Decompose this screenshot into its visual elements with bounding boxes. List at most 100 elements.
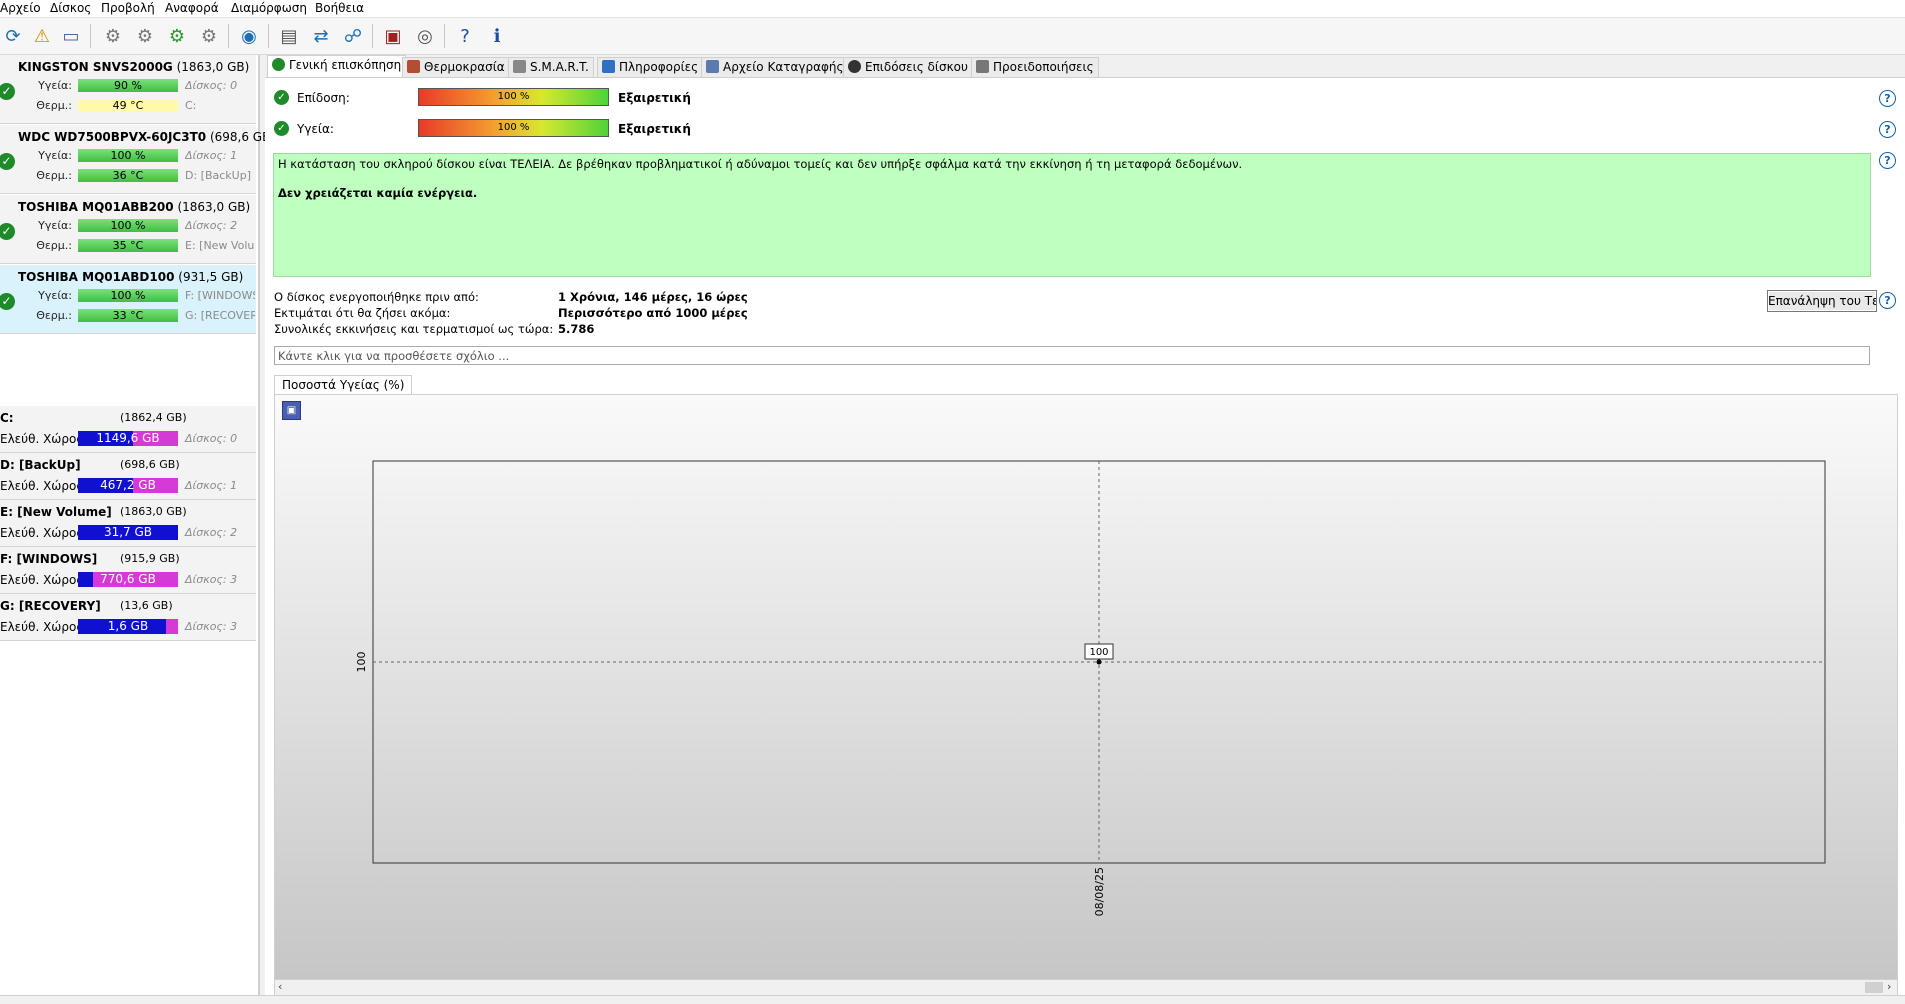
disk-volumes-2: G: [RECOVERY] bbox=[185, 309, 255, 322]
health-label: Υγεία: bbox=[297, 122, 334, 136]
tab-log[interactable]: Αρχείο Καταγραφής bbox=[701, 57, 849, 77]
drive-icon[interactable]: ▭ bbox=[58, 23, 84, 49]
x-tick-label: 08/08/25 bbox=[1093, 867, 1106, 916]
help-icon[interactable]: ? bbox=[452, 23, 478, 49]
health-bar: 100 % bbox=[418, 119, 609, 137]
free-space-bar: 770,6 GB bbox=[78, 572, 178, 587]
tab-bar: Γενική επισκόπηση Θερμοκρασία S.M.A.R.T.… bbox=[265, 55, 1905, 77]
disk-entry-selected[interactable]: TOSHIBA MQ01ABD100 (931,5 GB) ✓ Υγεία: 1… bbox=[0, 265, 256, 334]
disk-entry[interactable]: WDC WD7500BPVX-60JC3T0 (698,6 GB) ✓ Υγεί… bbox=[0, 125, 275, 194]
help-icon[interactable]: ? bbox=[1879, 152, 1896, 169]
volume-name: D: [BackUp] bbox=[0, 458, 81, 472]
disk-number: Δίσκος: 1 bbox=[185, 149, 238, 162]
help-icon[interactable]: ? bbox=[1879, 90, 1896, 107]
disk-volumes: F: [WINDOWS] bbox=[185, 289, 255, 302]
free-space-bar: 467,2 GB bbox=[78, 478, 178, 493]
test-icon[interactable]: ⚙ bbox=[100, 23, 126, 49]
menu-disk[interactable]: Δίσκος bbox=[50, 1, 91, 15]
alert-icon[interactable]: ⚠ bbox=[29, 23, 55, 49]
volume-size: (915,9 GB) bbox=[120, 552, 180, 565]
test-ext-icon[interactable]: ⚙ bbox=[164, 23, 190, 49]
volume-name: C: bbox=[0, 411, 14, 425]
network-icon[interactable]: ☍ bbox=[340, 23, 366, 49]
help-icon[interactable]: ? bbox=[1879, 121, 1896, 138]
menu-view[interactable]: Προβολή bbox=[101, 1, 155, 15]
toolbar-separator bbox=[90, 24, 91, 48]
document-icon[interactable]: ▤ bbox=[276, 23, 302, 49]
disk-entry[interactable]: TOSHIBA MQ01ABB200 (1863,0 GB) ✓ Υγεία: … bbox=[0, 195, 256, 264]
tab-alerts[interactable]: Προειδοποιήσεις bbox=[971, 57, 1099, 77]
volume-entry[interactable]: C: (1862,4 GB) Ελεύθ. Χώρος 1149,6 GB Δί… bbox=[0, 406, 256, 453]
info-icon[interactable]: ℹ bbox=[484, 23, 510, 49]
menu-help[interactable]: Βοήθεια bbox=[315, 1, 364, 15]
data-label: 100 bbox=[1089, 647, 1108, 658]
menu-settings[interactable]: Διαμόρφωση bbox=[231, 1, 307, 15]
health-label: Υγεία: bbox=[38, 289, 72, 302]
temp-label: Θερμ.: bbox=[36, 239, 72, 252]
data-point bbox=[1096, 659, 1102, 665]
menu-file[interactable]: Αρχείο bbox=[0, 1, 41, 15]
health-result: Εξαιρετική bbox=[618, 122, 691, 136]
ok-check-icon: ✓ bbox=[274, 121, 289, 136]
disk-volumes: C: bbox=[185, 99, 197, 112]
volume-entry[interactable]: D: [BackUp] (698,6 GB) Ελεύθ. Χώρος 467,… bbox=[0, 453, 256, 500]
chart-tab-health[interactable]: Ποσοστά Υγείας (%) bbox=[274, 375, 413, 395]
toolbar: ⟳ ⚠ ▭ ⚙ ⚙ ⚙ ⚙ ◉ ▤ ⇄ ☍ ▣ ◎ ? ℹ bbox=[0, 18, 1905, 55]
volume-size: (698,6 GB) bbox=[120, 458, 180, 471]
y-tick-label: 100 bbox=[355, 652, 368, 673]
ok-check-icon: ✓ bbox=[274, 90, 289, 105]
menu-report[interactable]: Αναφορά bbox=[165, 1, 219, 15]
performance-label: Επίδοση: bbox=[297, 91, 350, 105]
globe-icon[interactable]: ◉ bbox=[236, 23, 262, 49]
volume-size: (1863,0 GB) bbox=[120, 505, 187, 518]
disk-name: TOSHIBA MQ01ABB200 (1863,0 GB) bbox=[18, 200, 251, 214]
scroll-thumb[interactable] bbox=[1865, 982, 1883, 993]
monitor-icon[interactable]: ▣ bbox=[380, 23, 406, 49]
tab-overview[interactable]: Γενική επισκόπηση bbox=[267, 55, 407, 77]
overview-content: ✓ Επίδοση: 100 % Εξαιρετική ? ✓ Υγεία: 1… bbox=[265, 77, 1905, 997]
status-text: Η κατάσταση του σκληρού δίσκου είναι ΤΕΛ… bbox=[278, 157, 1243, 171]
test-short-icon[interactable]: ⚙ bbox=[132, 23, 158, 49]
thermometer-icon bbox=[407, 60, 420, 73]
disk-entry[interactable]: KINGSTON SNVS2000G (1863,0 GB) ✓ Υγεία: … bbox=[0, 55, 256, 124]
free-space-label: Ελεύθ. Χώρος bbox=[0, 526, 84, 540]
chip-icon bbox=[513, 60, 526, 73]
toolbar-separator bbox=[228, 24, 229, 48]
disk-volumes: E: [New Volume] bbox=[185, 239, 255, 252]
scroll-left-icon[interactable]: ‹ bbox=[278, 980, 282, 993]
tab-smart[interactable]: S.M.A.R.T. bbox=[508, 57, 594, 77]
disk-name: WDC WD7500BPVX-60JC3T0 (698,6 GB) bbox=[18, 130, 276, 144]
volume-name: G: [RECOVERY] bbox=[0, 599, 101, 613]
temp-bar: 33 °C bbox=[78, 309, 178, 322]
disk-name: KINGSTON SNVS2000G (1863,0 GB) bbox=[18, 60, 250, 74]
volume-entry[interactable]: F: [WINDOWS] (915,9 GB) Ελεύθ. Χώρος 770… bbox=[0, 547, 256, 594]
ok-check-icon bbox=[272, 58, 285, 71]
toolbar-separator bbox=[444, 24, 445, 48]
tab-information[interactable]: Πληροφορίες bbox=[597, 57, 704, 77]
volume-name: E: [New Volume] bbox=[0, 505, 112, 519]
tab-temperature[interactable]: Θερμοκρασία bbox=[402, 57, 510, 77]
tab-performance[interactable]: Επιδόσεις δίσκου bbox=[843, 57, 973, 77]
sync-icon[interactable]: ⇄ bbox=[308, 23, 334, 49]
temp-label: Θερμ.: bbox=[36, 99, 72, 112]
volume-entry[interactable]: G: [RECOVERY] (13,6 GB) Ελεύθ. Χώρος 1,6… bbox=[0, 594, 256, 641]
help-icon[interactable]: ? bbox=[1879, 292, 1896, 309]
health-bar: 100 % bbox=[78, 289, 178, 302]
health-chart-area: ▣ 100 08/08/25 100 bbox=[274, 394, 1898, 981]
powered-on-value: 1 Χρόνια, 146 μέρες, 16 ώρες bbox=[558, 290, 748, 304]
repeat-test-button[interactable]: Επανάληψη του Τεστ bbox=[1767, 290, 1877, 312]
volume-size: (13,6 GB) bbox=[120, 599, 173, 612]
performance-result: Εξαιρετική bbox=[618, 91, 691, 105]
disk-number: Δίσκος: 2 bbox=[185, 219, 238, 232]
test-stop-icon[interactable]: ⚙ bbox=[196, 23, 222, 49]
volume-disk: Δίσκος: 3 bbox=[185, 620, 238, 633]
comment-input[interactable]: Κάντε κλικ για να προσθέσετε σχόλιο ... bbox=[274, 346, 1870, 365]
health-label: Υγεία: bbox=[38, 219, 72, 232]
refresh-icon[interactable]: ⟳ bbox=[0, 23, 26, 49]
free-space-label: Ελεύθ. Χώρος bbox=[0, 620, 84, 634]
scroll-right-icon[interactable]: › bbox=[1887, 980, 1891, 993]
disk-list-panel: KINGSTON SNVS2000G (1863,0 GB) ✓ Υγεία: … bbox=[0, 55, 275, 995]
volume-size: (1862,4 GB) bbox=[120, 411, 187, 424]
volume-entry[interactable]: E: [New Volume] (1863,0 GB) Ελεύθ. Χώρος… bbox=[0, 500, 256, 547]
speaker-icon[interactable]: ◎ bbox=[412, 23, 438, 49]
